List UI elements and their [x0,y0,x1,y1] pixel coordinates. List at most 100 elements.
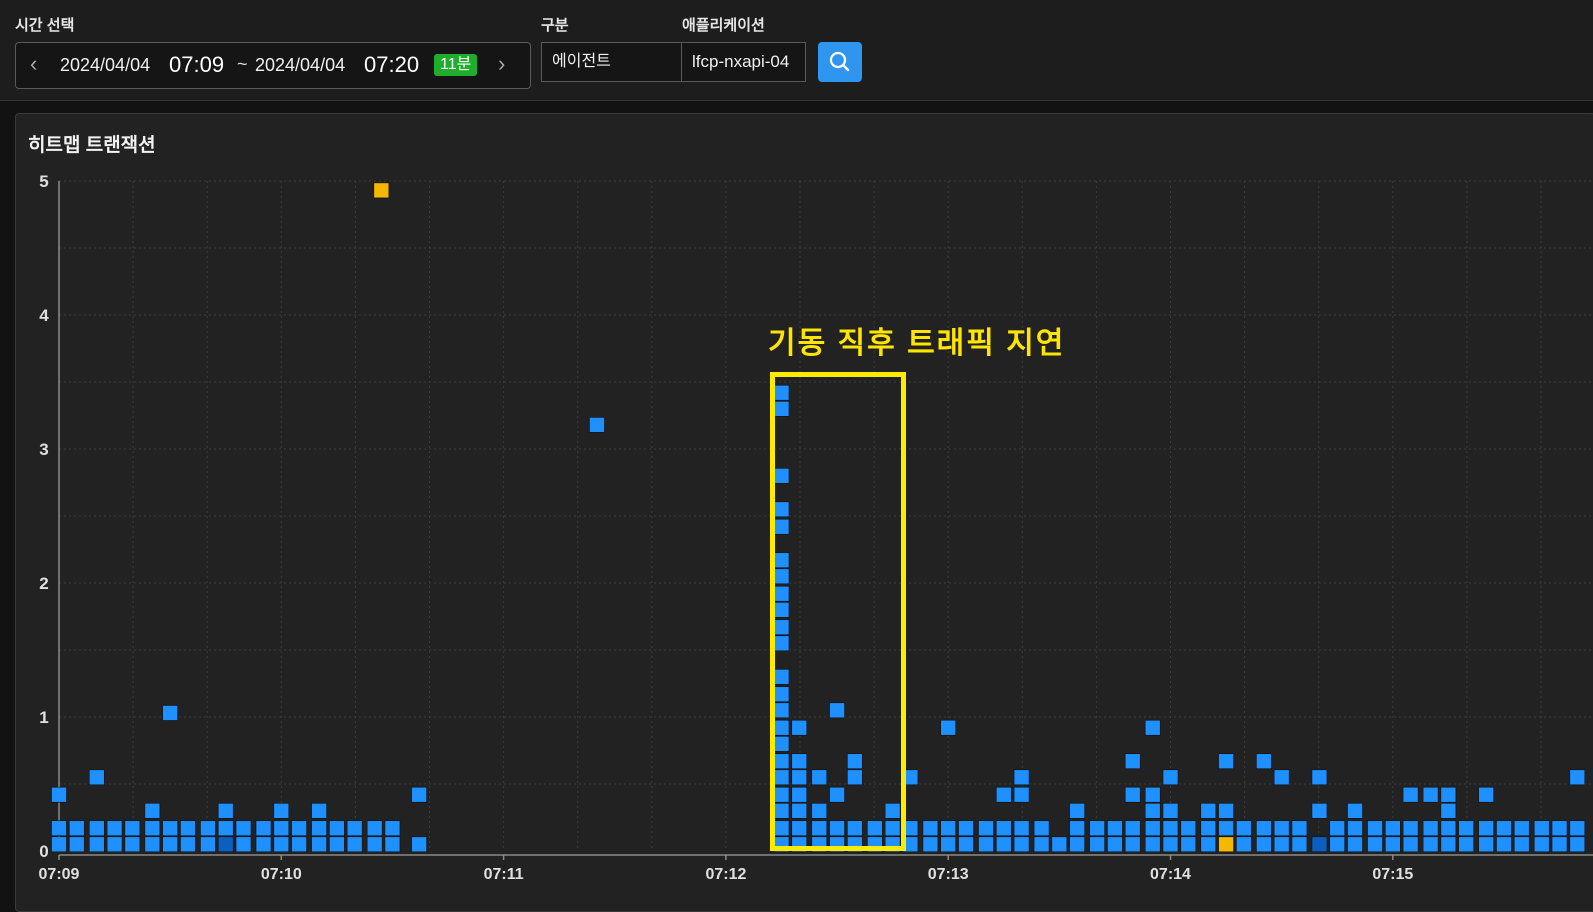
heatmap-cell[interactable] [1107,836,1123,853]
heatmap-cell[interactable] [1311,802,1328,819]
heatmap-cell[interactable] [1200,820,1217,837]
heatmap-cell[interactable] [1218,753,1234,770]
heatmap-cell[interactable] [311,836,327,853]
heatmap-cell[interactable] [1513,820,1530,837]
heatmap-cell[interactable] [1402,836,1419,853]
heatmap-cell[interactable] [1273,820,1290,837]
heatmap-cell[interactable] [1569,769,1586,786]
heatmap-cell[interactable] [1180,820,1197,837]
heatmap-cell[interactable] [1385,820,1401,837]
heatmap-cell[interactable] [1440,786,1457,803]
heatmap-cell[interactable] [1385,836,1401,853]
heatmap-cell[interactable] [124,836,141,853]
heatmap-cell[interactable] [1551,820,1568,837]
heatmap-cell[interactable] [1256,836,1272,853]
heatmap-cell[interactable] [1180,836,1197,853]
heatmap-cell[interactable] [291,820,307,837]
heatmap-cell-slow[interactable] [1218,836,1234,853]
heatmap-cell[interactable] [1329,836,1346,853]
heatmap-cell[interactable] [1089,820,1105,837]
heatmap-cell[interactable] [1347,820,1363,837]
heatmap-cell[interactable] [384,836,401,853]
heatmap-cell[interactable] [346,836,363,853]
heatmap-cell[interactable] [1347,802,1363,819]
heatmap-cell[interactable] [162,836,178,853]
heatmap-cell[interactable] [1440,836,1457,853]
heatmap-cell[interactable] [1013,769,1030,786]
heatmap-cell[interactable] [1236,820,1252,837]
heatmap-cell[interactable] [1311,769,1328,786]
heatmap-cell[interactable] [384,820,401,837]
heatmap-cell[interactable] [68,820,85,837]
heatmap-cell[interactable] [1551,836,1568,853]
heatmap-cell[interactable] [273,820,290,837]
heatmap-cell[interactable] [1513,836,1530,853]
heatmap-cell[interactable] [144,836,161,853]
heatmap-cell[interactable] [1367,820,1383,837]
heatmap-cell[interactable] [273,836,290,853]
heatmap-cell[interactable] [940,719,957,736]
heatmap-cell[interactable] [1496,820,1512,837]
heatmap-cell[interactable] [1422,820,1439,837]
heatmap-cell[interactable] [200,820,216,837]
heatmap-cell[interactable] [217,802,234,819]
heatmap-cell[interactable] [1033,820,1050,837]
heatmap-cell[interactable] [1569,836,1586,853]
heatmap-cell[interactable] [255,836,272,853]
heatmap-cell[interactable] [217,836,234,853]
heatmap-cell[interactable] [1124,836,1141,853]
heatmap-cell[interactable] [1440,802,1457,819]
heatmap-cell[interactable] [1478,836,1494,853]
heatmap-cell[interactable] [1256,820,1272,837]
heatmap-cell[interactable] [311,802,327,819]
heatmap-cell[interactable] [106,836,123,853]
heatmap-cell[interactable] [1218,802,1234,819]
heatmap-cell[interactable] [922,820,939,837]
heatmap-cell[interactable] [1496,836,1512,853]
heatmap-cell[interactable] [940,836,957,853]
heatmap-cell[interactable] [1033,836,1050,853]
heatmap-cell[interactable] [1144,786,1161,803]
heatmap-cell[interactable] [1569,820,1586,837]
heatmap-cell[interactable] [1013,820,1030,837]
heatmap-cell[interactable] [1218,820,1234,837]
heatmap-cell[interactable] [1291,820,1308,837]
heatmap-cell[interactable] [995,786,1012,803]
heatmap-cell[interactable] [1013,836,1030,853]
heatmap-cell[interactable] [1200,836,1217,853]
heatmap-cell[interactable] [1144,719,1161,736]
heatmap-cell[interactable] [235,836,252,853]
heatmap-cell[interactable] [1124,786,1141,803]
heatmap-cell[interactable] [1422,836,1439,853]
heatmap-cell[interactable] [88,820,105,837]
heatmap-cell[interactable] [162,820,178,837]
heatmap-cell[interactable] [235,820,252,837]
heatmap-cell[interactable] [958,820,974,837]
heatmap-cell[interactable] [311,820,327,837]
heatmap-cell[interactable] [1107,820,1123,837]
heatmap-cell[interactable] [1533,820,1550,837]
heatmap-cell[interactable] [1236,836,1252,853]
heatmap-cell[interactable] [1273,836,1290,853]
heatmap-cell[interactable] [1069,836,1085,853]
heatmap-cell[interactable] [978,820,994,837]
heatmap-cell[interactable] [88,769,105,786]
heatmap-cell[interactable] [1162,802,1179,819]
heatmap-cell[interactable] [958,836,974,853]
heatmap-cell[interactable] [1013,786,1030,803]
heatmap-cell[interactable] [995,836,1012,853]
heatmap-cell[interactable] [1478,786,1494,803]
heatmap-cell[interactable] [217,820,234,837]
heatmap-cell[interactable] [922,836,939,853]
heatmap-cell[interactable] [255,820,272,837]
heatmap-cell[interactable] [995,820,1012,837]
heatmap-cell[interactable] [51,820,67,837]
heatmap-cell[interactable] [1329,820,1346,837]
heatmap-cell[interactable] [346,820,363,837]
heatmap-cell[interactable] [51,836,67,853]
heatmap-cell[interactable] [329,836,345,853]
heatmap-cell[interactable] [68,836,85,853]
heatmap-cell[interactable] [1162,820,1179,837]
heatmap-cell[interactable] [1089,836,1105,853]
heatmap-cell[interactable] [1402,820,1419,837]
